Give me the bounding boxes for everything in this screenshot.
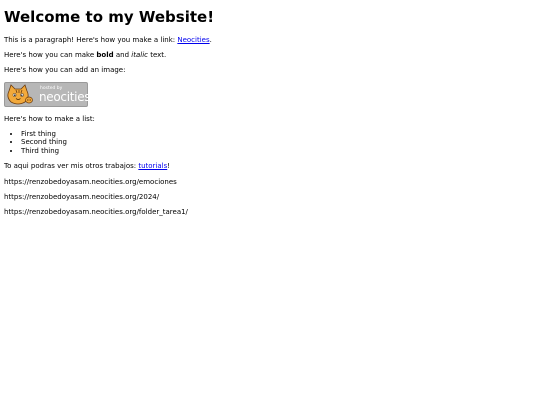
list-intro-paragraph: Here's how to make a list: bbox=[4, 114, 95, 123]
badge-big-text: neocities bbox=[39, 89, 91, 104]
image-container: hosted by neocities bbox=[4, 81, 536, 107]
intro-paragraph: This is a paragraph! Here's how you make… bbox=[4, 36, 536, 44]
bold-word: bold bbox=[96, 50, 114, 59]
neocities-link[interactable]: Neocities bbox=[177, 36, 209, 44]
works-text: To aqui podras ver mis otros trabajos: bbox=[4, 162, 139, 171]
format-text-start: Here's how you can make bbox=[4, 50, 97, 59]
intro-end: . bbox=[209, 35, 212, 44]
italic-word: italic bbox=[131, 50, 148, 59]
url-folder-tarea1: https://renzobedoyasam.neocities.org/fol… bbox=[4, 208, 188, 217]
url-emociones: https://renzobedoyasam.neocities.org/emo… bbox=[4, 177, 177, 186]
format-text-end: text. bbox=[147, 50, 167, 59]
format-text-middle: and bbox=[113, 50, 132, 59]
page-content: Welcome to my Website! This is a paragra… bbox=[0, 9, 540, 217]
works-paragraph: To aqui podras ver mis otros trabajos: t… bbox=[4, 162, 536, 170]
works-end: ! bbox=[167, 162, 171, 171]
page-title: Welcome to my Website! bbox=[4, 8, 215, 26]
intro-text: This is a paragraph! Here's how you make… bbox=[4, 35, 178, 44]
url-2024: https://renzobedoyasam.neocities.org/202… bbox=[4, 193, 160, 202]
format-paragraph: Here's how you can make bold and italic … bbox=[4, 51, 536, 59]
neocities-cat-logo-icon bbox=[7, 83, 33, 105]
tutorials-link[interactable]: tutorials bbox=[138, 162, 167, 170]
image-paragraph: Here's how you can add an image: bbox=[4, 66, 126, 75]
thing-list: First thing Second thing Third thing bbox=[4, 130, 536, 155]
list-item: First thing bbox=[21, 130, 536, 138]
list-item: Third thing bbox=[21, 147, 536, 155]
neocities-badge-image: hosted by neocities bbox=[4, 81, 91, 107]
list-item: Second thing bbox=[21, 138, 536, 146]
